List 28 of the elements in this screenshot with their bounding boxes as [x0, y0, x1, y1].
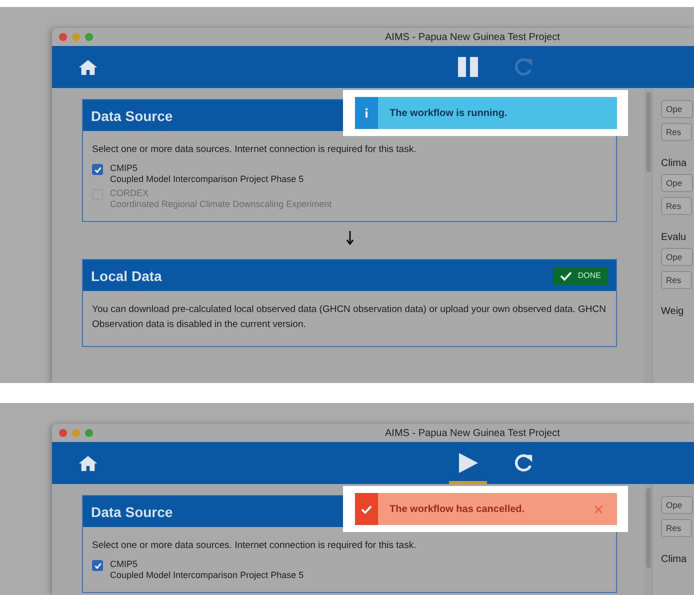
panel-button[interactable]: Res [661, 519, 692, 537]
done-badge: DONE [552, 266, 608, 285]
option-description: Coordinated Regional Climate Downscaling Experiment [110, 199, 332, 210]
window-title: AIMS - Papua New Guinea Test Project [385, 428, 560, 438]
option-description: Coupled Model Intercomparison Project Phase 5 [110, 174, 304, 184]
notification-message: The workflow has cancelled. [390, 504, 526, 514]
panel-button[interactable]: Res [661, 271, 692, 289]
option-description: Coupled Model Intercomparison Project Phase 5 [110, 570, 304, 580]
panel-heading: Evalu [661, 232, 686, 243]
panel-button[interactable]: Ope [661, 100, 694, 118]
option-label[interactable]: CMIP5 [110, 163, 304, 174]
panel-button[interactable]: Ope [661, 248, 694, 266]
section-title: Local Data [91, 268, 162, 284]
section-title: Data Source [91, 504, 173, 520]
section-description: Select one or more data sources. Internet connection is required for this task. [92, 539, 418, 553]
panel-heading: Clima [661, 158, 687, 169]
panel-button[interactable]: Ope [661, 174, 694, 192]
option-label[interactable]: CMIP5 [110, 559, 304, 570]
section-title: Data Source [91, 108, 173, 124]
window-title: AIMS - Papua New Guinea Test Project [385, 32, 560, 42]
section-description: Select one or more data sources. Internet connection is required for this task. [92, 143, 418, 157]
section-description: You can download pre-calculated local observed data (GHCN observation data) or upload your own observed data. GHCN Observation data is disabled in the current version. [92, 303, 607, 332]
panel-heading: Clima [661, 554, 687, 565]
panel-heading: Weig [661, 306, 684, 317]
panel-button[interactable]: Ope [661, 496, 694, 514]
panel-button[interactable]: Res [661, 197, 692, 215]
panel-button[interactable]: Res [661, 123, 692, 141]
notification-message: The workflow is running. [390, 108, 508, 118]
